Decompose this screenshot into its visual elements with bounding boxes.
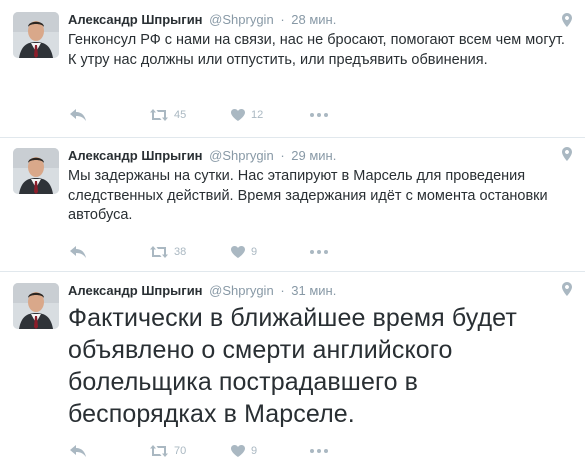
retweet-icon <box>150 445 168 457</box>
retweet-count: 38 <box>174 246 187 258</box>
author-handle[interactable]: @Shprygin <box>209 148 274 163</box>
avatar-image <box>13 148 59 194</box>
like-count: 9 <box>251 246 258 258</box>
like-button[interactable]: 9 <box>231 243 257 261</box>
more-button[interactable] <box>310 442 328 460</box>
retweet-button[interactable]: 45 <box>150 106 186 124</box>
tweet-actions: 45 12 <box>68 106 388 124</box>
author-name[interactable]: Александр Шпрыгин <box>68 12 203 27</box>
like-button[interactable]: 9 <box>231 442 257 460</box>
like-count: 12 <box>251 109 264 121</box>
tweet-text: Мы задержаны на сутки. Нас этапируют в М… <box>68 168 548 223</box>
like-count: 9 <box>251 445 258 457</box>
heart-icon <box>231 445 245 457</box>
timestamp[interactable]: 31 мин. <box>291 283 336 298</box>
avatar[interactable] <box>13 283 59 329</box>
author-handle[interactable]: @Shprygin <box>209 283 274 298</box>
retweet-count: 70 <box>174 445 187 457</box>
tweet-header: Александр Шпрыгин @Shprygin · 31 мин. <box>68 282 336 300</box>
reply-button[interactable] <box>70 106 86 124</box>
timestamp[interactable]: 28 мин. <box>291 12 336 27</box>
location-pin-icon[interactable] <box>562 13 572 27</box>
tweet-text: Генконсул РФ с нами на связи, нас не бро… <box>68 32 565 68</box>
tweet-actions: 70 9 <box>68 442 388 460</box>
avatar[interactable] <box>13 148 59 194</box>
author-name[interactable]: Александр Шпрыгин <box>68 283 203 298</box>
location-pin-icon[interactable] <box>562 282 572 296</box>
tweet-actions: 38 9 <box>68 243 388 261</box>
more-icon <box>310 113 328 117</box>
author-name[interactable]: Александр Шпрыгин <box>68 148 203 163</box>
reply-button[interactable] <box>70 243 86 261</box>
retweet-icon <box>150 246 168 258</box>
location-pin-icon[interactable] <box>562 147 572 161</box>
tweet-header: Александр Шпрыгин @Shprygin · 29 мин. <box>68 147 336 165</box>
heart-icon <box>231 109 245 121</box>
heart-icon <box>231 246 245 258</box>
more-icon <box>310 449 328 453</box>
meta-separator: · <box>280 148 285 163</box>
tweet-header: Александр Шпрыгин @Shprygin · 28 мин. <box>68 11 336 29</box>
like-button[interactable]: 12 <box>231 106 263 124</box>
more-button[interactable] <box>310 243 328 261</box>
reply-icon <box>70 245 86 258</box>
retweet-button[interactable]: 38 <box>150 243 186 261</box>
tweet[interactable]: Александр Шпрыгин @Shprygin · 28 мин. Ге… <box>0 0 585 137</box>
avatar[interactable] <box>13 12 59 58</box>
retweet-count: 45 <box>174 109 187 121</box>
retweet-button[interactable]: 70 <box>150 442 186 460</box>
more-button[interactable] <box>310 106 328 124</box>
meta-separator: · <box>280 283 285 298</box>
retweet-icon <box>150 109 168 121</box>
reply-icon <box>70 108 86 121</box>
tweet[interactable]: Александр Шпрыгин @Shprygin · 29 мин. Мы… <box>0 138 585 271</box>
tweet-text: Фактически в ближайшее время будет объяв… <box>68 304 517 428</box>
avatar-image <box>13 283 59 329</box>
more-icon <box>310 250 328 254</box>
tweet[interactable]: Александр Шпрыгин @Shprygin · 31 мин. Фа… <box>0 272 585 467</box>
reply-button[interactable] <box>70 442 86 460</box>
avatar-image <box>13 12 59 58</box>
meta-separator: · <box>280 12 285 27</box>
timestamp[interactable]: 29 мин. <box>291 148 336 163</box>
author-handle[interactable]: @Shprygin <box>209 12 274 27</box>
reply-icon <box>70 444 86 457</box>
